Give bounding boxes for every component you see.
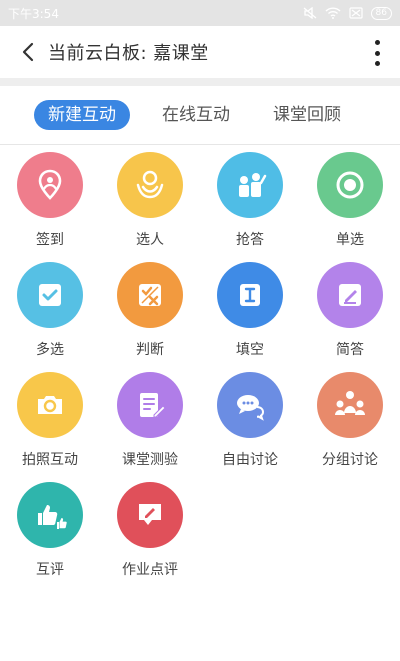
chat-bubbles-icon [237,395,265,421]
item-pick-person[interactable]: 选人 [100,150,200,260]
item-peer-review[interactable]: 互评 [0,480,100,590]
item-group-discussion[interactable]: 分组讨论 [300,370,400,480]
item-icon-circle [217,372,283,438]
signal-off-icon [348,7,363,19]
silent-icon [303,7,316,19]
item-homework-review[interactable]: 作业点评 [100,480,200,590]
item-label: 签到 [36,232,64,248]
item-icon-circle [317,372,383,438]
item-icon-circle [117,262,183,328]
radio-icon [336,171,364,199]
app-header: 当前云白板: 嘉课堂 [0,26,400,78]
true-false-icon [139,284,161,306]
item-label: 作业点评 [122,562,178,578]
item-label: 判断 [136,342,164,358]
status-bar: 下午3:54 86 [0,0,400,26]
thumbs-up-icon [38,505,67,529]
dot-icon [374,61,380,66]
edit-note-icon [339,284,361,306]
item-icon-circle [217,152,283,218]
group-icon [335,391,365,415]
camera-icon [38,396,62,414]
item-label: 分组讨论 [322,452,378,468]
item-photo-interaction[interactable]: 拍照互动 [0,370,100,480]
item-icon-circle [117,482,183,548]
item-icon-circle [317,152,383,218]
item-class-quiz[interactable]: 课堂测验 [100,370,200,480]
item-label: 课堂测验 [122,452,178,468]
chevron-left-icon [22,42,34,62]
item-icon-circle [17,482,83,548]
item-icon-circle [117,372,183,438]
location-pin-icon [38,169,62,200]
quiz-icon [140,393,166,418]
item-single-choice[interactable]: 单选 [300,150,400,260]
battery-indicator: 86 [370,6,392,20]
item-icon-circle [317,262,383,328]
comment-edit-icon [139,504,161,525]
item-icon-circle [217,262,283,328]
item-icon-circle [17,152,83,218]
item-icon-circle [17,372,83,438]
tab-class-review[interactable]: 课堂回顾 [273,100,341,130]
more-menu-button[interactable] [372,40,382,66]
tab-online-interaction[interactable]: 在线互动 [162,100,230,130]
checkbox-icon [39,284,61,306]
item-fill-blank[interactable]: 填空 [200,260,300,370]
status-icons: 86 [303,6,392,20]
item-label: 简答 [336,342,364,358]
person-select-icon [136,170,164,199]
item-multi-choice[interactable]: 多选 [0,260,100,370]
status-time: 下午3:54 [8,6,59,21]
item-label: 多选 [36,342,64,358]
item-label: 填空 [236,342,264,358]
item-short-answer[interactable]: 简答 [300,260,400,370]
tab-new-interaction[interactable]: 新建互动 [34,100,130,130]
item-true-false[interactable]: 判断 [100,260,200,370]
item-sign-in[interactable]: 签到 [0,150,100,260]
page-title: 当前云白板: 嘉课堂 [48,43,209,64]
dot-icon [374,50,380,56]
fill-blank-icon [240,284,260,306]
item-label: 互评 [36,562,64,578]
people-answer-icon [239,173,267,197]
item-free-discussion[interactable]: 自由讨论 [200,370,300,480]
item-label: 单选 [336,232,364,248]
item-quick-answer[interactable]: 抢答 [200,150,300,260]
header-divider [0,78,400,86]
item-icon-circle [17,262,83,328]
wifi-icon [325,7,341,19]
dot-icon [374,40,380,45]
item-label: 自由讨论 [222,452,278,468]
tab-divider [0,144,400,145]
back-button[interactable] [18,42,38,62]
item-icon-circle [117,152,183,218]
tab-bar: 新建互动 在线互动 课堂回顾 [0,86,400,144]
item-label: 选人 [136,232,164,248]
item-label: 拍照互动 [22,452,78,468]
item-label: 抢答 [236,232,264,248]
